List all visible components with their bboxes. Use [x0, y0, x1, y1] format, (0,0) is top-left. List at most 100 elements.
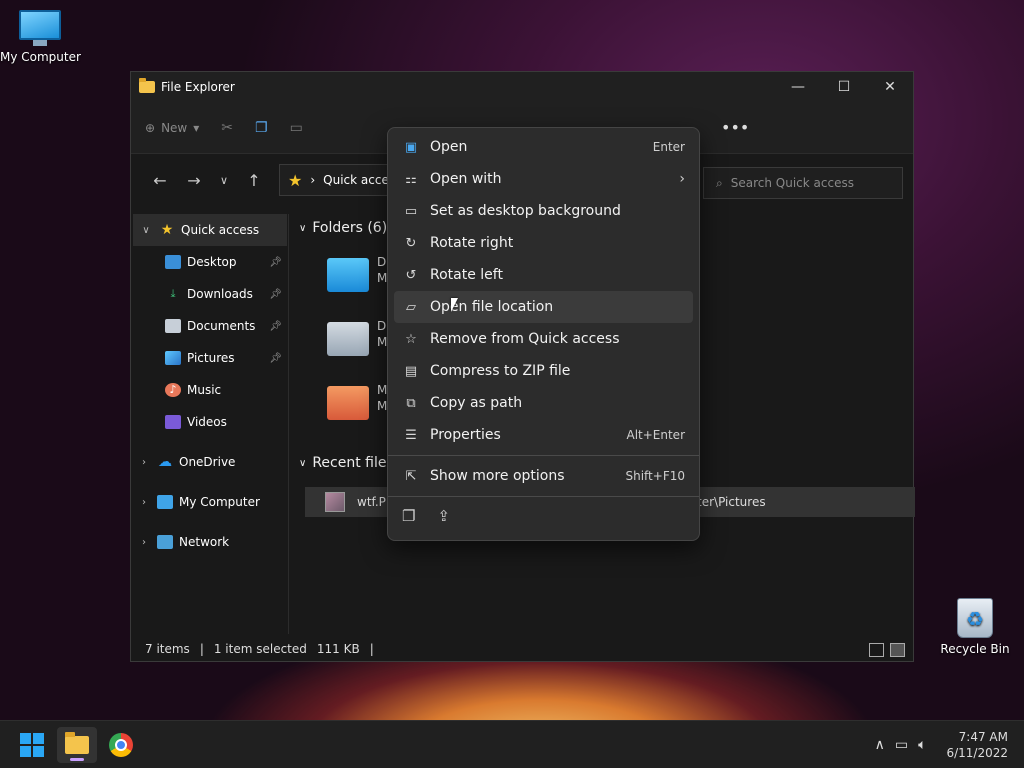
folder-tile-label[interactable]: DM [377, 254, 387, 286]
menu-item-properties[interactable]: ☰ Properties Alt+Enter [394, 419, 693, 451]
chevron-down-icon: ∨ [299, 222, 307, 234]
menu-shortcut: Alt+Enter [626, 428, 685, 442]
menu-item-set-desktop-background[interactable]: ▭ Set as desktop background [394, 195, 693, 227]
menu-item-open[interactable]: ▣ Open Enter [394, 131, 693, 163]
download-icon: ⤓ [170, 287, 176, 300]
properties-icon: ☰ [405, 427, 417, 443]
star-icon: ★ [160, 222, 174, 238]
taskbar-chrome[interactable] [101, 727, 141, 763]
sidebar-item-label: Quick access [181, 223, 260, 237]
music-folder-icon[interactable] [327, 386, 369, 420]
menu-shortcut: Shift+F10 [625, 469, 685, 483]
copy-icon[interactable]: ❐ [402, 507, 415, 525]
clock[interactable]: 7:47 AM 6/11/2022 [946, 729, 1008, 761]
folder-tile-label[interactable]: DM [377, 318, 387, 350]
chevron-right-icon: › [679, 171, 685, 187]
new-button-label: New [161, 120, 188, 135]
recycle-bin-icon [957, 598, 993, 638]
section-title: Recent files [312, 455, 394, 471]
sidebar-item-music[interactable]: ♪ Music [131, 374, 288, 406]
sidebar-item-documents[interactable]: Documents 📌︎ [131, 310, 288, 342]
desktop-folder-icon[interactable] [327, 258, 369, 292]
sidebar-item-label: Pictures [187, 351, 235, 365]
music-icon: ♪ [165, 383, 181, 397]
pin-icon: 📌︎ [269, 320, 282, 332]
sidebar-item-label: Documents [187, 319, 256, 333]
chevron-right-icon: › [142, 536, 146, 548]
network-status-icon[interactable]: ▭ [895, 737, 908, 753]
menu-item-label: Open [430, 139, 468, 155]
menu-item-compress-zip[interactable]: ▤ Compress to ZIP file [394, 355, 693, 387]
menu-item-label: Open file location [430, 299, 554, 315]
tiles-view-button[interactable] [890, 643, 905, 657]
monitor-icon [157, 495, 173, 509]
sidebar-item-pictures[interactable]: Pictures 📌︎ [131, 342, 288, 374]
window-title: File Explorer [161, 80, 235, 94]
menu-item-open-with[interactable]: ⚏ Open with › [394, 163, 693, 195]
forward-button[interactable]: → [177, 171, 211, 190]
title-bar[interactable]: File Explorer — ☐ ✕ [131, 72, 913, 102]
sidebar-item-label: My Computer [179, 495, 260, 509]
sidebar-item-quick-access[interactable]: ∨ ★ Quick access [133, 214, 287, 246]
chevron-down-icon: ∨ [299, 457, 307, 469]
context-menu: ▣ Open Enter ⚏ Open with › ▭ Set as desk… [387, 127, 700, 541]
close-button[interactable]: ✕ [867, 72, 913, 102]
start-button[interactable] [12, 727, 52, 763]
image-icon: ▣ [404, 139, 418, 155]
folder-icon [139, 78, 155, 93]
folders-section-header[interactable]: ∨ Folders (6) [299, 220, 387, 236]
documents-folder-icon[interactable] [327, 322, 369, 356]
sidebar-item-label: Videos [187, 415, 227, 429]
details-view-button[interactable] [869, 643, 884, 657]
menu-item-show-more-options[interactable]: ⇱ Show more options Shift+F10 [394, 460, 693, 492]
sidebar-item-my-computer[interactable]: › My Computer [131, 486, 288, 518]
video-icon [165, 415, 181, 429]
menu-item-remove-from-quick-access[interactable]: ☆ Remove from Quick access [394, 323, 693, 355]
copy-button[interactable]: ❐ [255, 120, 268, 136]
chevron-up-icon[interactable]: ∧ [875, 737, 885, 753]
chevron-down-icon: ∨ [142, 224, 150, 236]
recent-locations-button[interactable]: ∨ [211, 174, 237, 187]
open-with-icon: ⚏ [405, 171, 417, 187]
menu-item-rotate-left[interactable]: ↺ Rotate left [394, 259, 693, 291]
copy-icon: ❐ [255, 119, 268, 136]
menu-separator [388, 496, 699, 497]
sidebar-item-videos[interactable]: Videos [131, 406, 288, 438]
status-bar: 7 items | 1 item selected 111 KB | [131, 637, 913, 661]
back-button[interactable]: ← [143, 171, 177, 190]
sidebar-item-desktop[interactable]: Desktop 📌︎ [131, 246, 288, 278]
rotate-right-icon: ↻ [405, 235, 417, 251]
desktop-icon-label: My Computer [0, 50, 81, 64]
new-button[interactable]: ⊕ New ▾ [145, 121, 199, 135]
menu-item-label: Show more options [430, 468, 565, 484]
ellipsis-icon: ••• [721, 118, 750, 137]
selected-count: 1 item selected [213, 642, 307, 656]
up-button[interactable]: ↑ [237, 171, 271, 190]
chrome-icon [109, 733, 133, 757]
see-more-button[interactable]: ••• [721, 118, 749, 137]
sidebar-item-network[interactable]: › Network [131, 526, 288, 558]
taskbar-file-explorer[interactable] [57, 727, 97, 763]
maximize-button[interactable]: ☐ [821, 72, 867, 102]
menu-shortcut: Enter [652, 140, 685, 154]
arrow-left-icon: ← [153, 170, 167, 190]
sidebar-item-downloads[interactable]: ⤓ Downloads 📌︎ [131, 278, 288, 310]
sidebar-item-onedrive[interactable]: › ☁ OneDrive [131, 446, 288, 478]
cut-button[interactable]: ✂ [221, 120, 233, 136]
clock-date: 6/11/2022 [946, 746, 1008, 760]
folder-tile-label[interactable]: MM [377, 382, 387, 414]
paste-button[interactable]: ▭ [290, 120, 303, 136]
sidebar-item-label: Downloads [187, 287, 253, 301]
menu-item-label: Copy as path [430, 395, 523, 411]
menu-item-copy-as-path[interactable]: ⧉ Copy as path [394, 387, 693, 419]
menu-item-open-file-location[interactable]: ▱ Open file location [394, 291, 693, 323]
menu-item-label: Remove from Quick access [430, 331, 620, 347]
desktop-icon-my-computer[interactable]: My Computer [0, 10, 81, 64]
volume-icon[interactable]: 🔈︎ [918, 737, 926, 753]
desktop-icon-recycle-bin[interactable]: Recycle Bin [935, 598, 1015, 656]
minimize-button[interactable]: — [775, 72, 821, 102]
recent-files-section-header[interactable]: ∨ Recent files [299, 455, 394, 471]
share-icon[interactable]: ⇪ [437, 507, 450, 525]
search-input[interactable]: ⌕ Search Quick access [703, 167, 903, 199]
menu-item-rotate-right[interactable]: ↻ Rotate right [394, 227, 693, 259]
